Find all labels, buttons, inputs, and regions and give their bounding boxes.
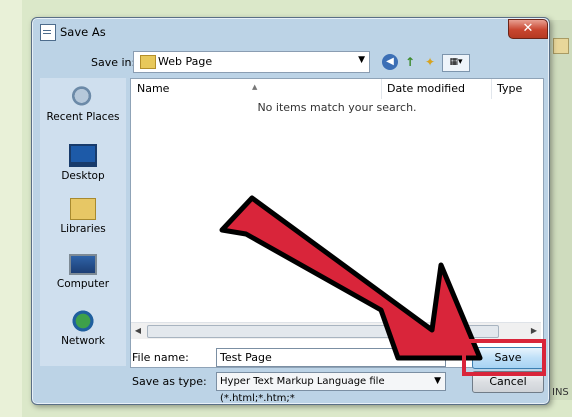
back-icon[interactable]: ◀: [382, 54, 398, 70]
scrollbar-thumb[interactable]: [147, 325, 499, 338]
up-folder-icon[interactable]: ↑: [402, 54, 418, 70]
place-recent-places[interactable]: Recent Places: [40, 86, 126, 123]
background-status-ins: INS: [552, 387, 569, 398]
save-as-dialog: Save As ✕ Save in: Web Page ▼ ◀ ↑ ✦ ▦▾ R…: [31, 17, 550, 405]
save-in-dropdown[interactable]: Web Page ▼: [133, 51, 370, 73]
scroll-right-icon[interactable]: ▶: [527, 323, 541, 339]
desktop-icon: [69, 144, 97, 167]
save-in-value: Web Page: [158, 55, 213, 68]
place-network[interactable]: Network: [40, 310, 126, 347]
place-label: Desktop: [61, 170, 105, 182]
save-as-type-value: Hyper Text Markup Language file (*.html;…: [220, 376, 385, 404]
background-desktop-strip: [0, 0, 22, 417]
place-label: Network: [61, 335, 105, 347]
computer-icon: [69, 254, 97, 275]
close-icon: ✕: [522, 21, 534, 36]
recent-places-icon: [69, 86, 97, 108]
save-button[interactable]: Save: [472, 347, 544, 369]
file-name-label: File name:: [132, 351, 189, 364]
scroll-left-icon[interactable]: ◀: [131, 323, 145, 339]
libraries-icon: [70, 198, 96, 220]
close-button[interactable]: ✕: [508, 19, 548, 39]
chevron-down-icon[interactable]: ▼: [434, 349, 441, 366]
dialog-title: Save As: [60, 25, 106, 39]
column-header-date-modified[interactable]: Date modified: [381, 79, 492, 99]
new-folder-icon[interactable]: ✦: [422, 54, 438, 70]
file-name-input[interactable]: Test Page ▼: [216, 348, 446, 367]
column-header-type[interactable]: Type: [491, 79, 549, 99]
place-libraries[interactable]: Libraries: [40, 198, 126, 235]
network-icon: [69, 310, 97, 332]
place-desktop[interactable]: Desktop: [40, 144, 126, 182]
document-icon: [40, 24, 56, 41]
place-label: Recent Places: [46, 111, 120, 123]
place-computer[interactable]: Computer: [40, 254, 126, 290]
save-in-label: Save in:: [91, 56, 136, 69]
file-name-value: Test Page: [220, 351, 272, 364]
column-header-name[interactable]: Name ▲: [131, 79, 382, 99]
sort-arrow-icon: ▲: [252, 83, 258, 91]
views-menu-icon[interactable]: ▦▾: [442, 54, 470, 72]
places-bar: Recent Places Desktop Libraries Computer…: [40, 78, 126, 366]
place-label: Libraries: [60, 223, 106, 235]
cancel-button[interactable]: Cancel: [472, 371, 544, 393]
chevron-down-icon: ▼: [434, 376, 441, 386]
background-tab-icon: [553, 38, 569, 54]
dialog-titlebar[interactable]: Save As ✕: [32, 18, 549, 46]
save-as-type-dropdown[interactable]: Hyper Text Markup Language file (*.html;…: [216, 372, 446, 404]
place-label: Computer: [56, 278, 110, 290]
folder-icon: [140, 55, 156, 69]
background-window-frame: [548, 20, 572, 400]
empty-list-message: No items match your search.: [257, 101, 417, 114]
save-as-type-label: Save as type:: [132, 375, 207, 388]
horizontal-scrollbar[interactable]: ◀ ▶: [131, 322, 541, 339]
chevron-down-icon: ▼: [358, 55, 365, 65]
